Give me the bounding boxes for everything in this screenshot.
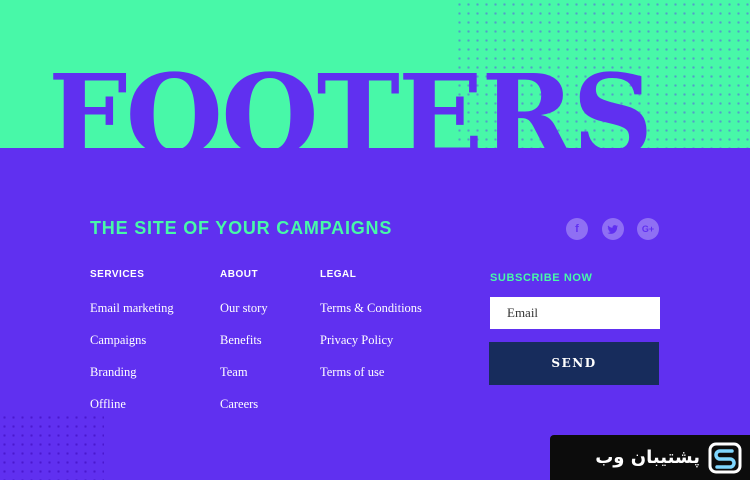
link-email-marketing[interactable]: Email marketing (90, 300, 174, 325)
hero-banner: FOOTERS (0, 0, 750, 148)
about-heading: ABOUT (220, 269, 259, 280)
link-terms-of-use[interactable]: Terms of use (320, 364, 422, 389)
link-offline[interactable]: Offline (90, 396, 174, 421)
legal-column: LEGAL Terms & Conditions Privacy Policy … (320, 268, 422, 389)
logo-icon (708, 442, 742, 473)
watermark-badge: پشتیبان وب (550, 435, 750, 480)
link-our-story[interactable]: Our story (220, 300, 268, 325)
link-campaigns[interactable]: Campaigns (90, 332, 174, 357)
dot-pattern-bottom (0, 413, 104, 480)
google-plus-icon[interactable]: G+ (637, 218, 659, 240)
watermark-text: پشتیبان وب (595, 447, 700, 468)
facebook-icon[interactable]: f (566, 218, 588, 240)
legal-heading: LEGAL (320, 269, 357, 280)
link-benefits[interactable]: Benefits (220, 332, 268, 357)
services-heading: SERVICES (90, 269, 145, 280)
link-team[interactable]: Team (220, 364, 268, 389)
about-column: ABOUT Our story Benefits Team Careers (220, 268, 268, 421)
link-privacy-policy[interactable]: Privacy Policy (320, 332, 422, 357)
subscribe-label: SUBSCRIBE NOW (490, 272, 593, 284)
link-terms-conditions[interactable]: Terms & Conditions (320, 300, 422, 325)
services-column: SERVICES Email marketing Campaigns Brand… (90, 268, 174, 421)
link-branding[interactable]: Branding (90, 364, 174, 389)
send-button[interactable]: SEND (489, 342, 659, 385)
twitter-icon[interactable] (602, 218, 624, 240)
footer-tagline: THE SITE OF YOUR CAMPAIGNS (90, 218, 393, 238)
hero-title: FOOTERS (48, 52, 653, 148)
link-careers[interactable]: Careers (220, 396, 268, 421)
email-field[interactable] (490, 297, 660, 329)
